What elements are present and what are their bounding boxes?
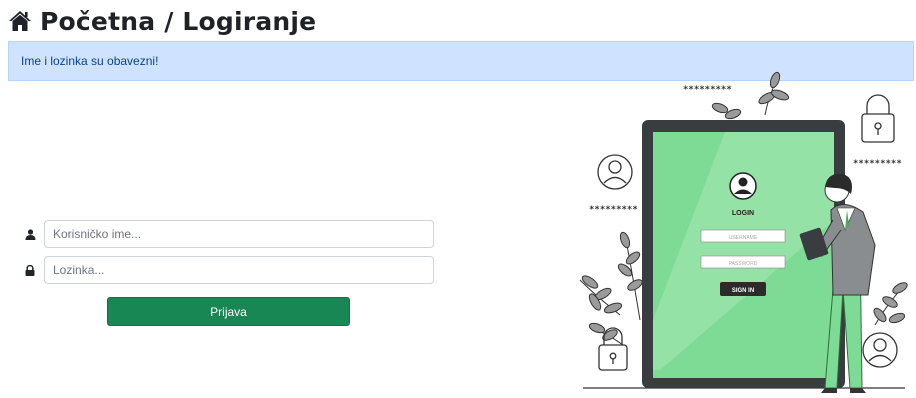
password-group: [16, 256, 434, 284]
login-button[interactable]: Prijava: [107, 297, 350, 326]
avatar-icon-right: [862, 332, 898, 368]
password-input[interactable]: [44, 256, 434, 284]
illustration-password-field: PASSWORD: [729, 261, 758, 267]
user-icon: [16, 220, 44, 248]
lock-icon: [16, 256, 44, 284]
illustration-login-title: LOGIN: [732, 210, 754, 217]
page-header: Početna / Logiranje: [8, 6, 316, 36]
padlock-icon-top-right: [861, 94, 895, 143]
password-mask-right: *********: [853, 159, 902, 169]
home-icon: [8, 10, 32, 32]
password-mask-top: *********: [683, 85, 732, 95]
username-group: [16, 220, 434, 248]
username-input[interactable]: [44, 220, 434, 248]
illustration-username-field: USERNAME: [729, 235, 758, 241]
login-form: [16, 220, 434, 292]
alert-message: Ime i lozinka su obavezni!: [21, 54, 159, 68]
illustration-sign-in: SIGN IN: [732, 288, 754, 294]
page-title: Početna / Logiranje: [40, 6, 317, 36]
avatar-icon-left: [597, 154, 633, 190]
password-mask-left: *********: [589, 205, 638, 215]
login-illustration: LOGIN USERNAME PASSWORD SIGN IN ********…: [575, 70, 910, 395]
